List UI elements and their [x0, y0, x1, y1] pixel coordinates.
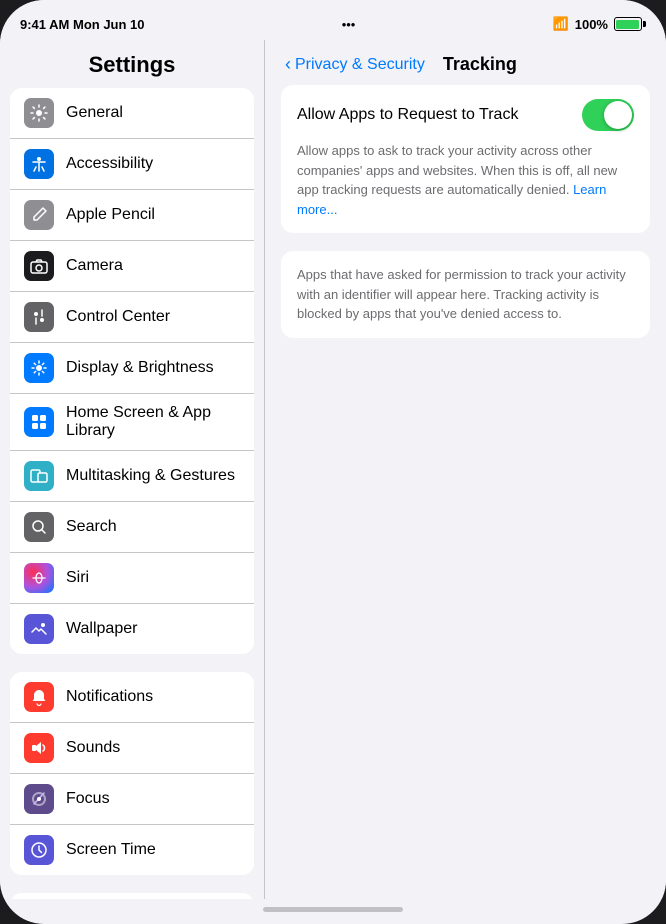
tracking-toggle-section: Allow Apps to Request to Track Allow app… — [281, 85, 650, 233]
back-button[interactable]: ‹ Privacy & Security — [285, 54, 425, 75]
tracking-apps-section: Apps that have asked for permission to t… — [281, 251, 650, 338]
status-time: 9:41 AM Mon Jun 10 — [20, 17, 145, 32]
focus-label: Focus — [66, 790, 110, 808]
multitask-label: Multitasking & Gestures — [66, 467, 235, 485]
wallpaper-icon — [24, 614, 54, 644]
sidebar-item-homescreen[interactable]: Home Screen & App Library — [10, 394, 254, 451]
sounds-icon — [24, 733, 54, 763]
sidebar-item-general[interactable]: General — [10, 88, 254, 139]
sidebar-item-sounds[interactable]: Sounds — [10, 723, 254, 774]
homescreen-icon — [24, 407, 54, 437]
notifications-icon — [24, 682, 54, 712]
sidebar-item-control[interactable]: Control Center — [10, 292, 254, 343]
wifi-icon: 📶 — [553, 16, 569, 32]
toggle-knob — [604, 101, 632, 129]
back-chevron-icon: ‹ — [285, 54, 291, 75]
siri-label: Siri — [66, 569, 89, 587]
notifications-label: Notifications — [66, 688, 153, 706]
control-label: Control Center — [66, 308, 170, 326]
sidebar-item-focus[interactable]: Focus — [10, 774, 254, 825]
detail-pane: ‹ Privacy & Security Tracking Allow Apps… — [265, 40, 666, 899]
sidebar-item-display[interactable]: Display & Brightness — [10, 343, 254, 394]
control-icon — [24, 302, 54, 332]
general-icon — [24, 98, 54, 128]
accessibility-icon — [24, 149, 54, 179]
home-indicator — [263, 907, 403, 912]
display-icon — [24, 353, 54, 383]
battery-icon — [614, 17, 646, 31]
multitask-icon — [24, 461, 54, 491]
toggle-label: Allow Apps to Request to Track — [297, 106, 518, 124]
sidebar-item-siri[interactable]: Siri — [10, 553, 254, 604]
display-label: Display & Brightness — [66, 359, 214, 377]
search-label: Search — [66, 518, 117, 536]
sidebar-section-2: Notifications Sounds Focus — [10, 672, 254, 875]
general-label: General — [66, 104, 123, 122]
tracking-description-2: Apps that have asked for permission to t… — [297, 265, 634, 324]
battery-percent: 100% — [575, 17, 608, 32]
siri-icon — [24, 563, 54, 593]
tracking-description-1: Allow apps to ask to track your activity… — [297, 141, 634, 219]
sidebar-item-camera[interactable]: Camera — [10, 241, 254, 292]
screentime-icon — [24, 835, 54, 865]
detail-header: ‹ Privacy & Security Tracking — [265, 40, 666, 85]
detail-title: Tracking — [443, 54, 517, 75]
sidebar-item-faceid[interactable]: Face ID & Passcode — [10, 893, 254, 899]
sidebar-item-notifications[interactable]: Notifications — [10, 672, 254, 723]
back-label: Privacy & Security — [295, 56, 425, 74]
wallpaper-label: Wallpaper — [66, 620, 137, 638]
sidebar-item-pencil[interactable]: Apple Pencil — [10, 190, 254, 241]
sidebar: Settings General Accessibility — [0, 40, 265, 899]
screentime-label: Screen Time — [66, 841, 156, 859]
homescreen-label: Home Screen & App Library — [66, 404, 240, 440]
camera-label: Camera — [66, 257, 123, 275]
camera-icon — [24, 251, 54, 281]
sidebar-item-multitask[interactable]: Multitasking & Gestures — [10, 451, 254, 502]
sidebar-item-wallpaper[interactable]: Wallpaper — [10, 604, 254, 654]
sidebar-item-screentime[interactable]: Screen Time — [10, 825, 254, 875]
search-icon — [24, 512, 54, 542]
sidebar-item-search[interactable]: Search — [10, 502, 254, 553]
sidebar-section-3: Face ID & Passcode Privacy & Security — [10, 893, 254, 899]
focus-icon — [24, 784, 54, 814]
sidebar-item-accessibility[interactable]: Accessibility — [10, 139, 254, 190]
allow-tracking-toggle[interactable] — [582, 99, 634, 131]
sounds-label: Sounds — [66, 739, 120, 757]
status-dots: ••• — [342, 17, 356, 32]
accessibility-label: Accessibility — [66, 155, 153, 173]
pencil-icon — [24, 200, 54, 230]
status-icons: 📶 100% — [553, 16, 646, 32]
sidebar-section-1: General Accessibility Apple Pencil — [10, 88, 254, 654]
status-bar: 9:41 AM Mon Jun 10 ••• 📶 100% — [0, 0, 666, 40]
pencil-label: Apple Pencil — [66, 206, 155, 224]
sidebar-title: Settings — [0, 40, 264, 88]
